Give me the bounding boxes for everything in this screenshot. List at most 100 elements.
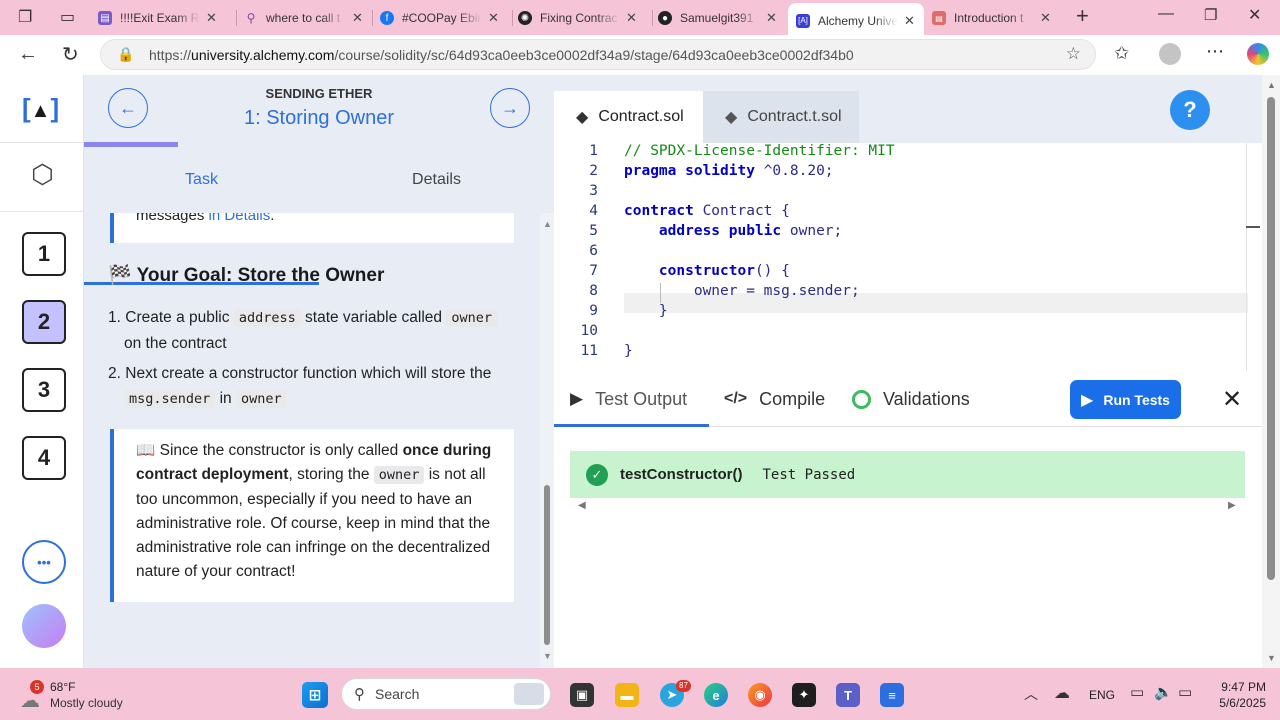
language-indicator[interactable]: ENG [1089,688,1115,702]
course-home-icon[interactable]: ⬡ [31,159,54,190]
step-button-2-current[interactable]: 2 [22,300,66,344]
more-steps-button[interactable]: ••• [22,540,66,584]
scroll-right-icon[interactable]: ▶ [1228,500,1236,511]
windows-start-icon[interactable]: ⊞ [302,682,328,708]
close-tab-icon[interactable]: ✕ [626,10,637,26]
browser-tab[interactable]: ▤ !!!!Exit Exam Re ✕ [98,6,233,30]
play-icon: ▶ [570,389,584,408]
close-tab-icon[interactable]: ✕ [904,13,915,29]
list-text: Create a public [125,309,234,326]
lesson-content: messages in Details. 🏁 Your Goal: Store … [84,213,540,668]
file-tab-contract-t-sol[interactable]: ◆ Contract.t.sol [703,91,859,143]
window-close-icon[interactable]: ✕ [1248,5,1261,25]
profile-avatar[interactable] [1159,43,1181,65]
page-scrollbar[interactable]: ▲ ▼ [1262,75,1280,668]
step-button-4[interactable]: 4 [22,436,66,480]
tab-label: Validations [883,388,970,409]
tab-details[interactable]: Details [319,147,554,213]
lock-icon[interactable]: 🔒 [117,46,134,63]
show-hidden-icons[interactable]: ︿ [1024,684,1038,704]
copilot-icon[interactable] [1247,43,1269,65]
close-tab-icon[interactable]: ✕ [488,10,499,26]
clock-date[interactable]: 5/6/2025 [1208,696,1266,710]
favorites-icon[interactable]: ✩ [1114,43,1129,64]
step-button-3[interactable]: 3 [22,368,66,412]
onedrive-icon[interactable]: ☁ [1054,683,1070,703]
task-view-icon[interactable]: ▣ [570,683,594,707]
browser-navbar: ← ↻ 🔒 https://university.alchemy.com/cou… [0,35,1280,75]
scroll-down-icon[interactable]: ▼ [1267,653,1276,663]
browser-tab[interactable]: ● Samuelgit391 ✕ [658,6,786,30]
task-list-item: 1. Create a public address state variabl… [108,305,518,356]
tab-compile[interactable]: </> Compile [724,371,825,427]
tab-title: Introduction t [954,11,1024,25]
figma-icon[interactable]: ✦ [792,683,816,707]
tab-title: !!!!Exit Exam Re [120,11,200,25]
refresh-icon[interactable]: ↻ [62,42,79,67]
clock-time[interactable]: 9:47 PM [1214,680,1266,694]
test-status: Test Passed [762,466,856,483]
alchemy-logo[interactable]: [▲] [22,93,59,124]
scroll-up-icon[interactable]: ▲ [543,219,552,229]
address-bar[interactable]: 🔒 https://university.alchemy.com/course/… [100,39,1096,70]
previous-stage-button[interactable]: ← [108,88,148,128]
browser-tab-active[interactable]: [A] Alchemy Unive ✕ [788,3,924,35]
workspaces-icon[interactable]: ❐ [18,7,32,27]
teams-icon[interactable]: T [836,683,860,707]
file-tab-contract-sol[interactable]: ◆ Contract.sol [554,91,703,143]
section-label: SENDING ETHER [265,86,373,101]
network-icon[interactable]: ▭ [1130,683,1144,701]
browser-tab[interactable]: f #COOPay Ebir ✕ [380,6,510,30]
tab-title: #COOPay Ebir [402,11,482,25]
tab-title: where to call t [266,11,341,25]
browser-tab-strip: ❐ ▭ ▤ !!!!Exit Exam Re ✕ ⚲ where to call… [0,0,1280,35]
tab-test-output[interactable]: ▶ Test Output [570,371,710,427]
tab-actions-icon[interactable]: ▭ [60,7,75,27]
scroll-left-icon[interactable]: ◀ [578,500,586,511]
weather-widget[interactable]: ☁ 5 [20,680,48,712]
run-tests-button[interactable]: ▶ Run Tests [1070,380,1181,419]
tab-task[interactable]: Task [84,147,319,213]
user-avatar[interactable] [22,604,66,648]
browser-tab[interactable]: ⚲ where to call t ✕ [244,6,369,30]
line-number: 4 [589,203,598,219]
editor-file-tabs: ◆ Contract.sol ◆ Contract.t.sol ? [554,75,1262,143]
lesson-scrollbar[interactable]: ▲ ▼ [540,213,554,668]
next-stage-button[interactable]: → [490,88,530,128]
close-tab-icon[interactable]: ✕ [766,10,777,26]
list-text: in [215,390,236,407]
code-editor[interactable]: 1 2 3 4 5 6 7 8 9 10 11 // SPDX-License-… [554,143,1260,371]
restore-icon[interactable]: ❐ [1204,6,1217,24]
browser-tab[interactable]: ✺ Fixing Contrac ✕ [518,6,650,30]
favorite-star-icon[interactable]: ☆ [1066,44,1081,64]
inline-code: address [233,309,301,327]
scrollbar-thumb[interactable] [1267,97,1275,580]
facebook-favicon-icon: f [380,11,394,25]
tab-title: Samuelgit391 [680,11,754,25]
step-button-1[interactable]: 1 [22,232,66,276]
play-icon: ▶ [1081,391,1094,409]
new-tab-icon[interactable]: + [1076,3,1089,29]
help-button[interactable]: ? [1170,90,1210,130]
back-icon[interactable]: ← [18,43,38,66]
volume-icon[interactable]: 🔈 [1154,683,1173,701]
tab-validations[interactable]: Validations [852,371,970,427]
notepad-icon[interactable]: ≡ [880,683,904,707]
scroll-up-icon[interactable]: ▲ [1267,80,1276,90]
minimize-icon[interactable]: — [1158,5,1174,23]
edge-browser-icon[interactable]: e [704,683,728,707]
browser-tab[interactable]: ▤ Introduction t ✕ [932,6,1062,30]
close-tab-icon[interactable]: ✕ [352,10,363,26]
close-tab-icon[interactable]: ✕ [1040,10,1051,26]
scroll-down-icon[interactable]: ▼ [543,651,552,661]
code-line-9: } [658,303,668,319]
scrollbar-thumb[interactable] [544,485,550,645]
battery-icon[interactable]: ▭ [1178,683,1192,701]
details-link[interactable]: in Details [209,213,271,224]
close-output-icon[interactable]: ✕ [1222,385,1242,414]
file-explorer-icon[interactable]: ▬ [615,683,639,707]
close-tab-icon[interactable]: ✕ [206,10,217,26]
firefox-icon[interactable]: ◉ [748,683,772,707]
more-options-icon[interactable]: ⋯ [1206,41,1224,62]
taskbar-search-box[interactable]: ⚲ Search [341,678,551,710]
